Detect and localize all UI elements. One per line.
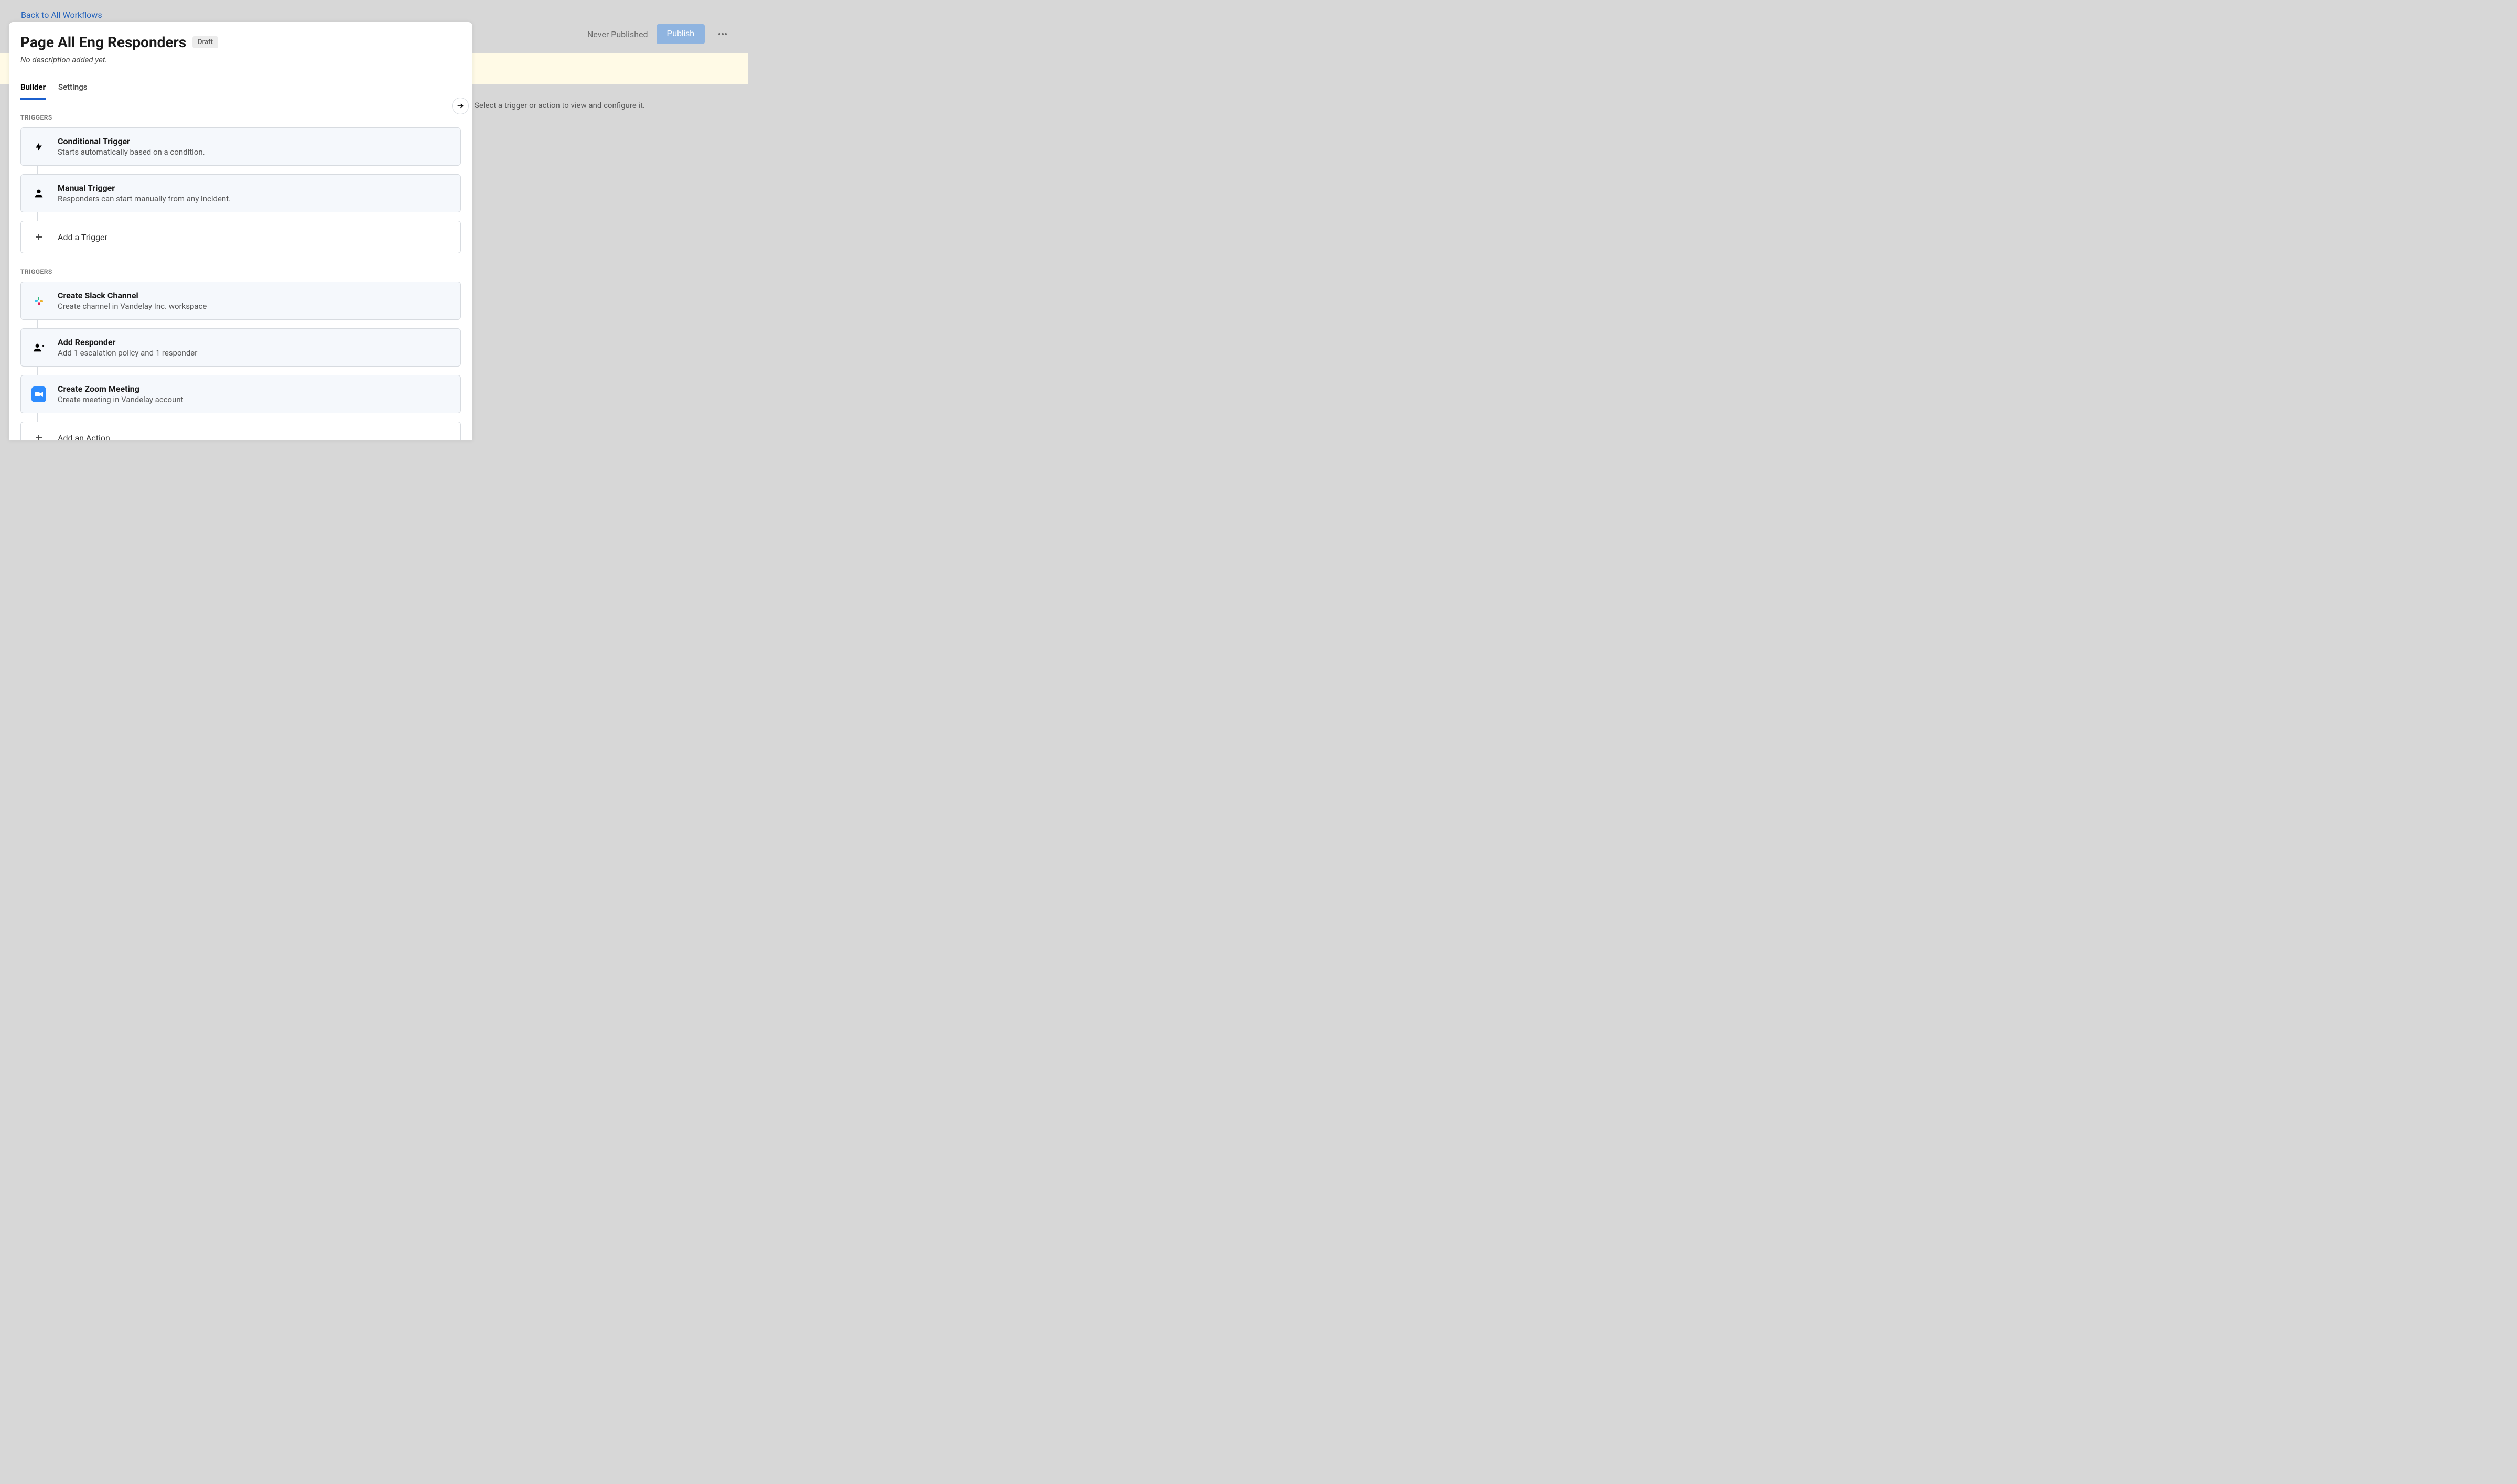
publish-state: Never Published [587,29,648,39]
action-card-add-responder[interactable]: Add Responder Add 1 escalation policy an… [20,328,461,367]
plus-icon [31,431,46,440]
connector [37,413,38,422]
action-sub: Create meeting in Vandelay account [58,395,184,404]
action-sub: Add 1 escalation policy and 1 responder [58,348,197,358]
person-plus-icon [31,340,46,355]
add-trigger-button[interactable]: Add a Trigger [20,221,461,253]
topbar: Back to All Workflows [0,0,748,24]
more-icon [717,29,728,39]
trigger-title: Conditional Trigger [58,136,205,146]
tab-settings[interactable]: Settings [58,76,88,100]
slack-icon [31,294,46,308]
person-icon [31,186,46,201]
status-badge: Draft [192,36,218,48]
collapse-panel-button[interactable] [452,98,469,114]
action-title: Create Slack Channel [58,291,207,300]
workflow-title: Page All Eng Responders [20,34,186,51]
add-action-label: Add an Action [58,433,110,441]
action-title: Add Responder [58,337,197,347]
panel-body: TRIGGERS Conditional Trigger Starts auto… [9,100,472,440]
trigger-sub: Responders can start manually from any i… [58,194,231,203]
config-hint: Select a trigger or action to view and c… [475,101,645,110]
action-card-slack[interactable]: Create Slack Channel Create channel in V… [20,282,461,320]
zoom-icon [31,387,46,402]
triggers-section-label: TRIGGERS [20,114,461,121]
arrow-right-icon [456,102,465,110]
plus-icon [31,230,46,244]
trigger-sub: Starts automatically based on a conditio… [58,147,205,157]
panel-header: Page All Eng Responders Draft No descrip… [9,22,472,100]
more-button[interactable] [713,25,732,44]
action-card-zoom[interactable]: Create Zoom Meeting Create meeting in Va… [20,375,461,413]
publish-button[interactable]: Publish [657,24,705,44]
action-title: Create Zoom Meeting [58,384,184,394]
add-action-button[interactable]: Add an Action [20,422,461,440]
workflow-description: No description added yet. [20,55,461,64]
actions-section-label: TRIGGERS [20,268,461,275]
bolt-icon [31,139,46,154]
tab-builder[interactable]: Builder [20,76,46,100]
back-link[interactable]: Back to All Workflows [10,5,102,20]
add-trigger-label: Add a Trigger [58,232,107,242]
connector [37,320,38,328]
connector [37,166,38,174]
trigger-card-manual[interactable]: Manual Trigger Responders can start manu… [20,174,461,212]
trigger-card-conditional[interactable]: Conditional Trigger Starts automatically… [20,127,461,166]
workflow-panel: Page All Eng Responders Draft No descrip… [9,22,472,440]
connector [37,212,38,221]
connector [37,367,38,375]
header-actions: Never Published Publish [587,24,732,44]
action-sub: Create channel in Vandelay Inc. workspac… [58,302,207,311]
tabs: Builder Settings [20,76,461,100]
trigger-title: Manual Trigger [58,183,231,193]
